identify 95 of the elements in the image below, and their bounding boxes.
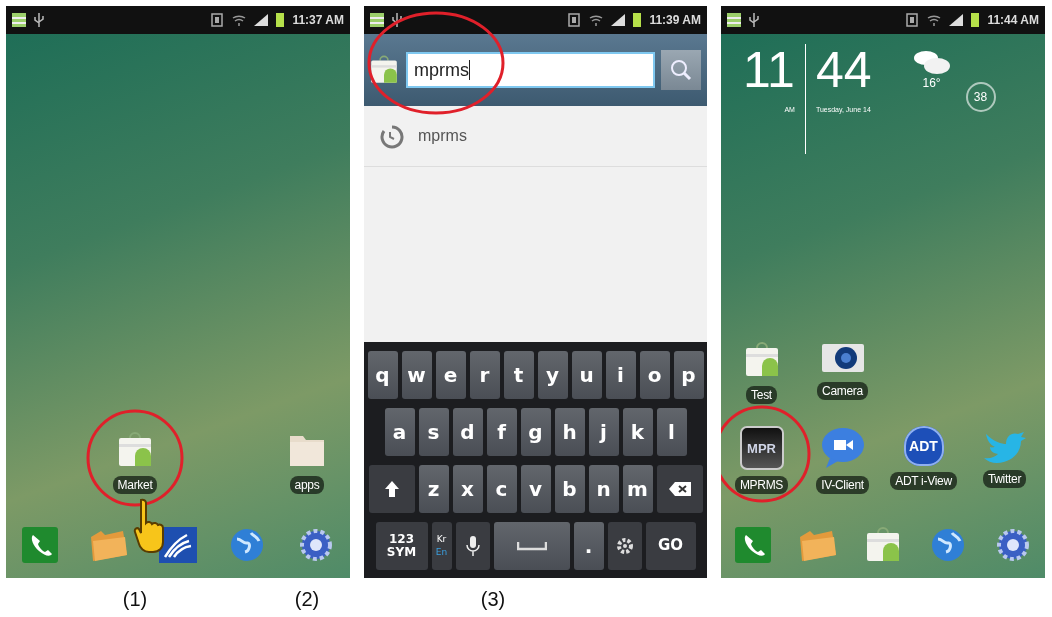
backspace-icon bbox=[667, 480, 692, 497]
search-field[interactable]: mprms bbox=[406, 52, 655, 88]
keyboard-key[interactable]: . bbox=[573, 521, 604, 570]
usb-icon bbox=[749, 13, 759, 27]
keyboard-key[interactable]: q bbox=[367, 350, 398, 399]
signal-icon bbox=[949, 14, 964, 26]
phone-icon[interactable] bbox=[735, 527, 772, 563]
vibrate-icon bbox=[567, 13, 582, 27]
app-label: Market bbox=[112, 476, 158, 494]
keyboard-key[interactable]: t bbox=[503, 350, 534, 399]
gear-key[interactable] bbox=[607, 521, 642, 570]
wifi-icon bbox=[927, 14, 942, 26]
signal-icon bbox=[611, 14, 626, 26]
mic-key[interactable] bbox=[455, 521, 490, 570]
figure-caption: (3) bbox=[479, 588, 507, 611]
notification-icon bbox=[370, 13, 384, 27]
search-icon bbox=[670, 59, 692, 81]
battery-icon bbox=[633, 13, 642, 27]
keyboard-key[interactable]: GO bbox=[645, 521, 696, 570]
status-time: 11:37 AM bbox=[292, 13, 344, 27]
app-label: apps bbox=[289, 476, 325, 494]
keyboard-key[interactable]: h bbox=[554, 407, 585, 456]
keyboard-key[interactable]: r bbox=[469, 350, 500, 399]
keyboard-key[interactable]: b bbox=[554, 464, 585, 513]
keyboard-key[interactable]: s bbox=[418, 407, 449, 456]
key-label: Kr bbox=[436, 534, 447, 544]
history-icon bbox=[378, 123, 404, 149]
shift-icon bbox=[383, 479, 400, 498]
temperature: 16° bbox=[922, 76, 941, 90]
wifi-icon bbox=[232, 14, 247, 26]
keyboard-key[interactable]: g bbox=[520, 407, 551, 456]
keyboard-key[interactable]: a bbox=[384, 407, 415, 456]
keyboard-key[interactable]: z bbox=[418, 464, 449, 513]
keyboard-key[interactable]: i bbox=[605, 350, 636, 399]
keyboard-key[interactable]: f bbox=[486, 407, 517, 456]
shopping-bag-icon[interactable] bbox=[368, 54, 400, 86]
phone-icon[interactable] bbox=[22, 527, 59, 563]
keyboard-key[interactable]: k bbox=[622, 407, 653, 456]
status-time: 11:39 AM bbox=[649, 13, 701, 27]
app-label: Twitter bbox=[982, 470, 1027, 488]
battery-badge: 38 bbox=[965, 82, 996, 112]
notification-icon bbox=[12, 13, 26, 27]
suggestion-text[interactable]: mprms bbox=[418, 127, 467, 145]
keyboard-key[interactable]: j bbox=[588, 407, 619, 456]
vibrate-icon bbox=[905, 13, 920, 27]
keyboard-key[interactable]: u bbox=[571, 350, 602, 399]
status-time: 11:44 AM bbox=[987, 13, 1039, 27]
app-icon[interactable]: ADT bbox=[903, 426, 944, 466]
figure-caption: (1) bbox=[121, 588, 149, 611]
signal-icon bbox=[254, 14, 269, 26]
video-chat-icon[interactable] bbox=[819, 426, 866, 470]
globe-icon[interactable] bbox=[929, 527, 966, 563]
clock-minute: 44 bbox=[815, 44, 872, 96]
keyboard-key[interactable]: n bbox=[588, 464, 619, 513]
app-label: ADT i-View bbox=[890, 472, 957, 490]
vibrate-icon bbox=[210, 13, 225, 27]
language-key[interactable]: Kr En bbox=[431, 521, 452, 570]
keyboard-key[interactable]: w bbox=[401, 350, 432, 399]
key-label: En bbox=[435, 547, 448, 557]
keyboard-key[interactable]: m bbox=[622, 464, 653, 513]
search-text: mprms bbox=[414, 59, 469, 81]
battery-icon bbox=[971, 13, 980, 27]
wifi-icon bbox=[589, 14, 604, 26]
globe-icon[interactable] bbox=[228, 527, 265, 563]
keyboard-key[interactable]: o bbox=[639, 350, 670, 399]
keyboard-key[interactable]: e bbox=[435, 350, 466, 399]
cloud-icon bbox=[911, 48, 952, 76]
keyboard-key[interactable]: x bbox=[452, 464, 483, 513]
usb-icon bbox=[34, 13, 44, 27]
battery-icon bbox=[276, 13, 285, 27]
microphone-icon bbox=[465, 534, 480, 557]
settings-icon bbox=[615, 536, 634, 555]
app-label: MPRMS bbox=[734, 476, 789, 494]
app-label: IV-Client bbox=[816, 476, 869, 494]
backspace-key[interactable] bbox=[656, 464, 703, 513]
keyboard-key[interactable]: 123 SYM bbox=[375, 521, 428, 570]
keyboard-key[interactable]: v bbox=[520, 464, 551, 513]
shift-key[interactable] bbox=[368, 464, 415, 513]
keyboard-key[interactable]: c bbox=[486, 464, 517, 513]
usb-icon bbox=[392, 13, 402, 27]
search-button[interactable] bbox=[661, 50, 701, 90]
space-icon bbox=[516, 540, 547, 551]
figure-caption: (2) bbox=[293, 588, 321, 611]
app-label: Camera bbox=[817, 382, 868, 400]
keyboard-key[interactable]: y bbox=[537, 350, 568, 399]
keyboard-key[interactable]: d bbox=[452, 407, 483, 456]
settings-icon[interactable] bbox=[298, 528, 333, 562]
settings-icon[interactable] bbox=[995, 528, 1030, 562]
keyboard-key[interactable]: l bbox=[656, 407, 687, 456]
app-label: Test bbox=[746, 386, 777, 404]
clock-hour: 11 bbox=[743, 44, 795, 96]
notification-icon bbox=[727, 13, 741, 27]
keyboard-key[interactable]: p bbox=[673, 350, 704, 399]
app-icon[interactable]: MPR bbox=[739, 426, 784, 470]
space-key[interactable] bbox=[493, 521, 570, 570]
